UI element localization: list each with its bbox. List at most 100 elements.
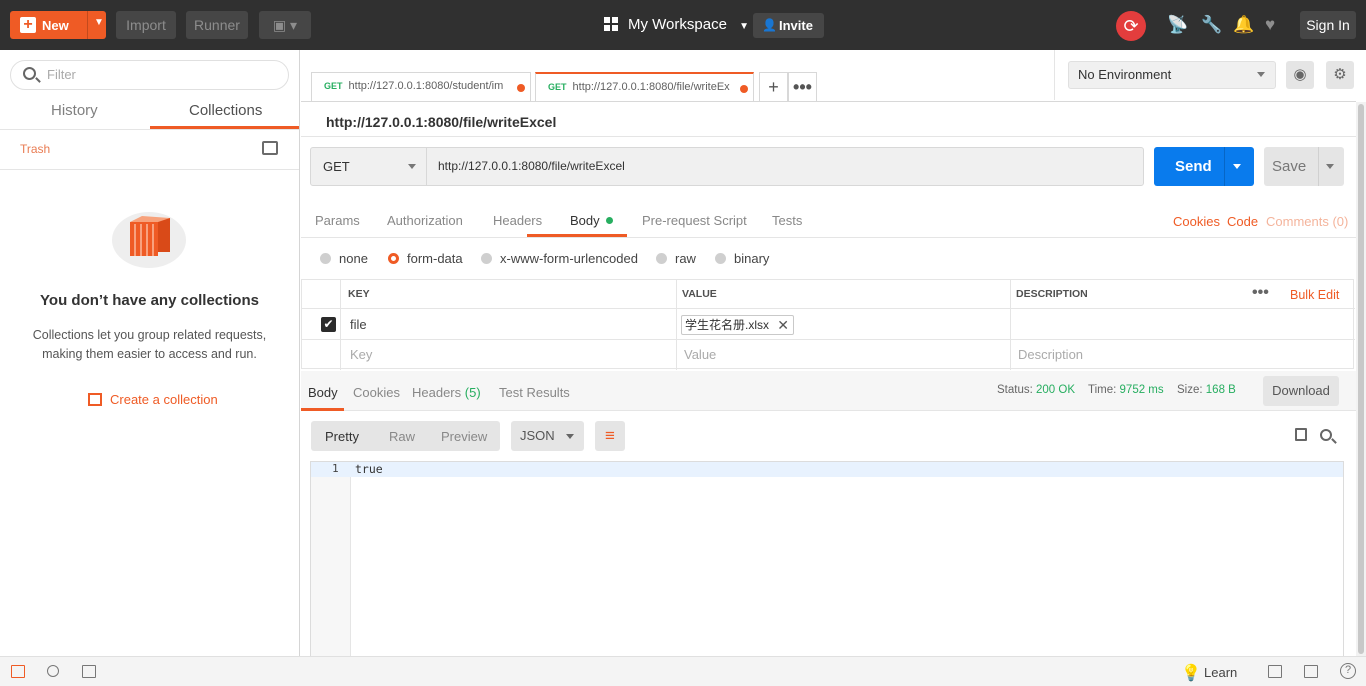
- search-icon[interactable]: [47, 665, 59, 677]
- key-field[interactable]: file: [350, 317, 367, 332]
- tab-body[interactable]: Body: [570, 213, 613, 228]
- format-preview[interactable]: Preview: [441, 429, 487, 444]
- radio-binary[interactable]: binary: [715, 251, 769, 266]
- invite-button[interactable]: 👤 Invite: [753, 13, 824, 38]
- format-pretty[interactable]: Pretty: [325, 429, 359, 444]
- column-header-description: DESCRIPTION: [1016, 288, 1088, 300]
- chevron-down-icon[interactable]: [1233, 164, 1241, 169]
- radio-x-www-form-urlencoded[interactable]: x-www-form-urlencoded: [481, 251, 638, 266]
- add-collection-icon: [88, 393, 102, 406]
- response-tab-cookies[interactable]: Cookies: [353, 385, 400, 400]
- learn-link[interactable]: Learn: [1204, 665, 1237, 680]
- bell-icon[interactable]: 🔔: [1233, 15, 1254, 35]
- sign-in-button[interactable]: Sign In: [1300, 11, 1356, 39]
- search-icon[interactable]: [1320, 429, 1332, 441]
- create-collection-link[interactable]: Create a collection: [88, 392, 218, 407]
- tab-options-button[interactable]: •••: [788, 72, 817, 102]
- radio-raw[interactable]: raw: [656, 251, 696, 266]
- sync-icon[interactable]: ⟳: [1116, 11, 1146, 41]
- language-label: JSON: [520, 428, 555, 443]
- bulk-edit-link[interactable]: Bulk Edit: [1290, 288, 1339, 302]
- filter-input[interactable]: Filter: [10, 60, 289, 90]
- wrench-icon[interactable]: 🔧: [1201, 15, 1222, 35]
- keyboard-icon[interactable]: [1304, 665, 1318, 678]
- response-bar: Body Cookies Headers (5) Test Results St…: [301, 371, 1356, 411]
- tab-params[interactable]: Params: [315, 213, 360, 228]
- tab-authorization[interactable]: Authorization: [387, 213, 463, 228]
- value-field-empty[interactable]: Value: [684, 347, 716, 362]
- help-icon[interactable]: ?: [1340, 663, 1356, 679]
- more-icon[interactable]: •••: [1252, 284, 1269, 302]
- add-tab-button[interactable]: +: [759, 72, 788, 102]
- workspace-label: My Workspace: [628, 16, 727, 33]
- sidebar: Filter History Collections Trash You don…: [0, 50, 300, 656]
- url-input[interactable]: http://127.0.0.1:8080/file/writeExcel: [426, 147, 1144, 186]
- sidebar-toggle-icon[interactable]: [11, 665, 25, 678]
- tab-history[interactable]: History: [51, 102, 98, 119]
- chevron-down-icon[interactable]: [1326, 164, 1334, 169]
- two-pane-icon[interactable]: [1268, 665, 1282, 678]
- send-button[interactable]: Send: [1154, 147, 1254, 186]
- scrollbar[interactable]: [1356, 102, 1366, 656]
- tab-headers[interactable]: Headers: [493, 213, 542, 228]
- cookies-link[interactable]: Cookies: [1173, 214, 1220, 229]
- runner-button[interactable]: Runner: [186, 11, 248, 39]
- eye-icon[interactable]: ◉: [1286, 61, 1314, 89]
- request-tab-active[interactable]: GET http://127.0.0.1:8080/file/writeEx: [535, 72, 754, 102]
- console-icon[interactable]: [82, 665, 96, 678]
- format-raw[interactable]: Raw: [389, 429, 415, 444]
- wrap-lines-icon[interactable]: ≡: [595, 421, 625, 451]
- empty-collections-description: Collections let you group related reques…: [32, 328, 267, 361]
- new-window-button[interactable]: ▣ ▾: [259, 11, 311, 39]
- chevron-down-icon: [408, 164, 416, 169]
- satellite-icon[interactable]: 📡: [1167, 15, 1188, 35]
- environment-select[interactable]: No Environment: [1068, 61, 1276, 89]
- new-window-icon: ▣ ▾: [272, 17, 298, 33]
- plus-icon: +: [20, 17, 36, 33]
- radio-label: x-www-form-urlencoded: [500, 251, 638, 266]
- tab-pre-request-script[interactable]: Pre-request Script: [642, 213, 747, 228]
- line-number: 1: [332, 462, 339, 475]
- chevron-down-icon[interactable]: ▼: [94, 17, 104, 28]
- grid-icon: [604, 17, 618, 31]
- response-tab-headers[interactable]: Headers (5): [412, 385, 481, 400]
- file-chip: 学生花名册.xlsx ✕: [681, 315, 794, 335]
- new-button[interactable]: + New ▼: [10, 11, 106, 39]
- tab-tests[interactable]: Tests: [772, 213, 802, 228]
- new-collection-icon[interactable]: [262, 141, 278, 155]
- size-label: Size:: [1177, 384, 1203, 396]
- response-tab-test-results[interactable]: Test Results: [499, 385, 570, 400]
- plus-icon: +: [768, 77, 779, 97]
- active-tab-indicator: [301, 408, 344, 411]
- trash-link[interactable]: Trash: [20, 142, 50, 156]
- heart-icon[interactable]: ♥: [1265, 15, 1275, 35]
- key-field-empty[interactable]: Key: [350, 347, 372, 362]
- copy-icon[interactable]: [1295, 428, 1307, 441]
- description-field-empty[interactable]: Description: [1018, 347, 1083, 362]
- workspace-selector[interactable]: My Workspace ▼: [604, 16, 749, 33]
- chevron-down-icon: [1257, 72, 1265, 77]
- radio-form-data[interactable]: form-data: [388, 251, 463, 266]
- response-editor[interactable]: 1 true: [310, 461, 1344, 657]
- radio-selected-icon: [388, 253, 399, 264]
- time-label: Time:: [1088, 384, 1117, 396]
- filter-placeholder: Filter: [47, 67, 76, 82]
- comments-link[interactable]: Comments (0): [1266, 214, 1348, 229]
- import-button[interactable]: Import: [116, 11, 176, 39]
- language-select[interactable]: JSON: [511, 421, 584, 451]
- tab-body-label: Body: [570, 213, 600, 228]
- gear-icon[interactable]: ⚙: [1326, 61, 1354, 89]
- tab-collections[interactable]: Collections: [189, 102, 262, 119]
- row-checkbox[interactable]: ✔: [321, 317, 336, 332]
- code-link[interactable]: Code: [1227, 214, 1258, 229]
- environment-label: No Environment: [1078, 67, 1172, 82]
- save-button[interactable]: Save: [1264, 147, 1344, 186]
- response-tab-body[interactable]: Body: [308, 385, 338, 400]
- radio-none[interactable]: none: [320, 251, 368, 266]
- close-icon[interactable]: ✕: [777, 316, 789, 334]
- request-tab[interactable]: GET http://127.0.0.1:8080/student/im: [311, 72, 531, 102]
- radio-label: none: [339, 251, 368, 266]
- method-select[interactable]: GET: [310, 147, 427, 186]
- tab-method: GET: [324, 81, 343, 91]
- download-button[interactable]: Download: [1263, 376, 1339, 406]
